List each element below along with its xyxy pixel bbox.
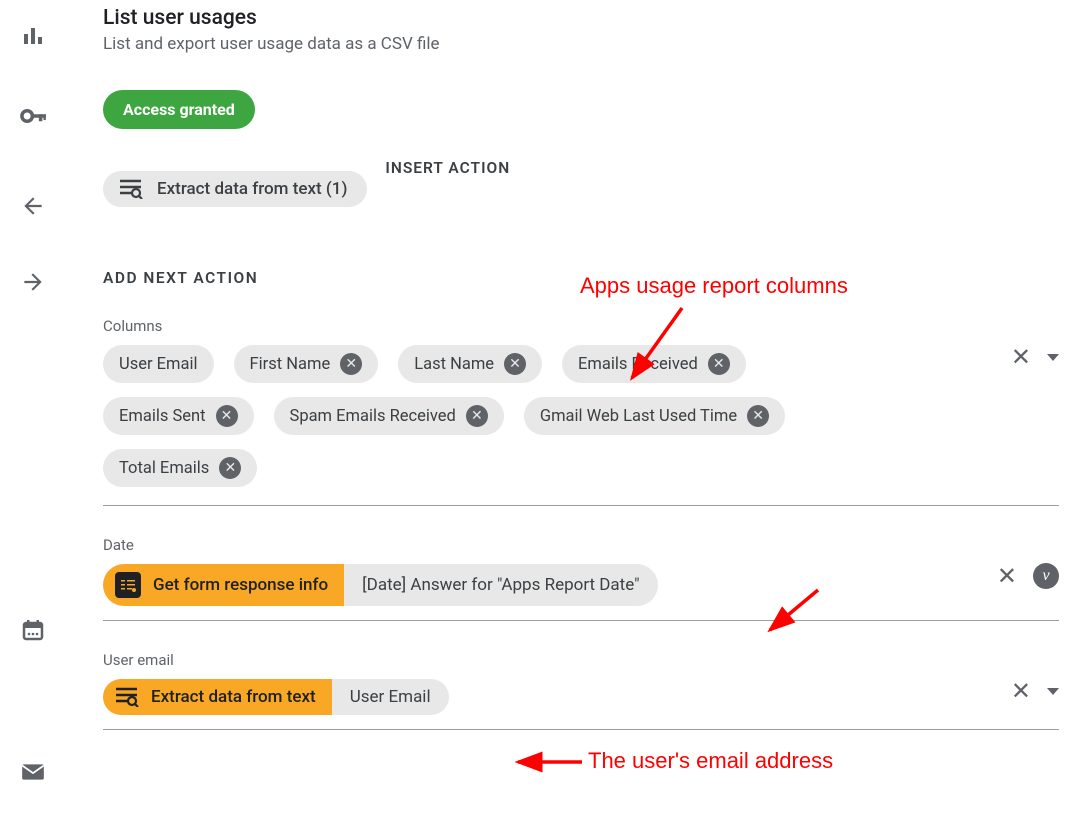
columns-label: Columns [103, 317, 1059, 335]
chip-label: Total Emails [119, 459, 209, 478]
key-icon[interactable] [9, 92, 57, 140]
sidebar [0, 0, 65, 824]
page-subtitle: List and export user usage data as a CSV… [103, 34, 1059, 54]
referenced-action-pill[interactable]: Extract data from text (1) [103, 171, 367, 207]
chip-label: Last Name [414, 355, 494, 374]
column-chip[interactable]: Total Emails ✕ [103, 449, 257, 487]
chip-label: First Name [250, 355, 331, 374]
date-value-pill[interactable]: Get form response info [Date] Answer for… [103, 564, 658, 606]
annotation-arrow-icon [760, 582, 830, 642]
calendar-icon[interactable] [9, 606, 57, 654]
user-email-value-pill[interactable]: Extract data from text User Email [103, 679, 449, 715]
clear-date-button[interactable]: ✕ [997, 562, 1017, 590]
user-email-dropdown-icon[interactable] [1047, 688, 1059, 695]
chip-remove-icon[interactable]: ✕ [504, 353, 526, 375]
mail-icon[interactable] [9, 748, 57, 796]
chip-remove-icon[interactable]: ✕ [708, 353, 730, 375]
clear-columns-button[interactable]: ✕ [1011, 343, 1031, 371]
user-email-value-label: User Email [332, 679, 449, 715]
user-email-field[interactable]: Extract data from text User Email ✕ [103, 679, 1059, 730]
date-value-label: [Date] Answer for "Apps Report Date" [344, 564, 657, 606]
column-chip[interactable]: Last Name ✕ [398, 345, 542, 383]
insert-action-button[interactable]: INSERT ACTION [385, 159, 510, 177]
user-email-source-label: Extract data from text [151, 687, 316, 707]
arrow-back-icon[interactable] [9, 182, 57, 230]
column-chip[interactable]: User Email [103, 345, 214, 383]
clear-user-email-button[interactable]: ✕ [1011, 677, 1031, 705]
chip-label: Emails Sent [119, 407, 206, 426]
access-granted-badge[interactable]: Access granted [103, 90, 255, 129]
annotation-arrow-icon [510, 750, 590, 774]
user-email-label: User email [103, 651, 1059, 669]
annotation-columns: Apps usage report columns [580, 273, 848, 299]
arrow-forward-icon[interactable] [9, 258, 57, 306]
variable-icon[interactable]: v [1033, 563, 1059, 589]
chip-remove-icon[interactable]: ✕ [216, 405, 238, 427]
form-icon [115, 572, 141, 598]
columns-dropdown-icon[interactable] [1047, 354, 1059, 361]
column-chip[interactable]: Spam Emails Received ✕ [274, 397, 504, 435]
annotation-email: The user's email address [588, 748, 833, 774]
chip-label: Gmail Web Last Used Time [540, 407, 737, 426]
column-chip[interactable]: Gmail Web Last Used Time ✕ [524, 397, 785, 435]
chip-remove-icon[interactable]: ✕ [747, 405, 769, 427]
date-label: Date [103, 536, 1059, 554]
chip-remove-icon[interactable]: ✕ [219, 457, 241, 479]
main: List user usages List and export user us… [65, 0, 1075, 824]
column-chip[interactable]: Emails Sent ✕ [103, 397, 254, 435]
chip-label: Spam Emails Received [290, 407, 456, 426]
extract-text-icon [115, 687, 139, 707]
columns-field[interactable]: User EmailFirst Name✕Last Name✕Emails Re… [103, 345, 1059, 506]
date-field[interactable]: Get form response info [Date] Answer for… [103, 564, 1059, 621]
chip-remove-icon[interactable]: ✕ [340, 353, 362, 375]
referenced-action-label: Extract data from text (1) [157, 179, 347, 199]
date-source-label: Get form response info [153, 575, 328, 595]
extract-text-icon [119, 179, 143, 199]
chip-label: User Email [119, 355, 198, 374]
page-title: List user usages [103, 6, 1059, 30]
chip-remove-icon[interactable]: ✕ [466, 405, 488, 427]
annotation-arrow-icon [612, 300, 692, 390]
stats-icon[interactable] [9, 12, 57, 60]
column-chip[interactable]: First Name ✕ [234, 345, 379, 383]
